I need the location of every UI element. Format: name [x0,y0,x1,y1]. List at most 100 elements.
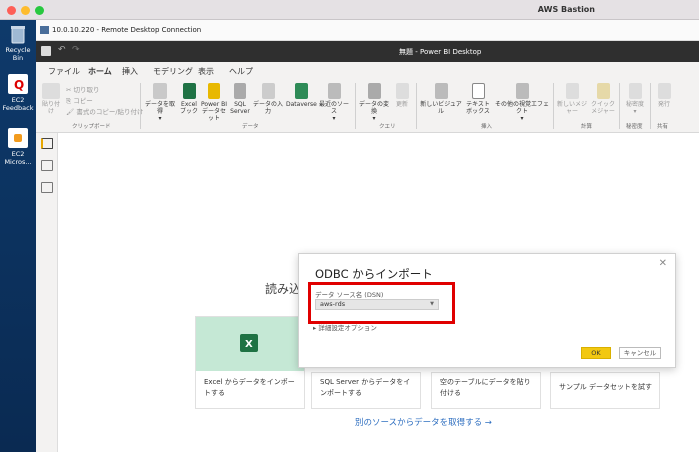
more-visuals-button[interactable]: その他の視覚エフェクト ▾ [493,83,551,122]
card-import-sql[interactable]: SQL Server からデータをインポートする [311,372,421,409]
recycle-bin-icon [8,24,28,44]
clipboard-group-label: クリップボード [72,124,111,130]
recent-label: 最近のソース [318,101,349,115]
format-painter-button[interactable]: 🖌 書式のコピー/貼り付け [66,106,144,116]
excel-label: Excel ブック [179,101,198,115]
calc-group-label: 計算 [581,124,593,130]
sql-server-button[interactable]: SQL Server [230,83,250,115]
share-group-label: 共有 [657,124,669,130]
desktop-icon-ec2-micros[interactable]: EC2 Micros... [0,128,36,166]
new-visual-label: 新しいビジュアル [420,101,462,115]
rdp-icon [40,26,49,34]
card-text: Excel からデータをインポートする [204,378,295,397]
refresh-icon [395,83,409,99]
new-measure-button[interactable]: 新しいメジャー [555,83,589,115]
refresh-button[interactable]: 更新 [392,83,412,108]
new-visual-button[interactable]: 新しいビジュアル [419,83,463,115]
dataverse-label: Dataverse [286,101,317,108]
ribbon-divider [140,83,141,129]
desktop-icon-label: EC2 Micros... [4,150,32,166]
format-painter-label: 書式のコピー/貼り付け [76,108,144,116]
sensitivity-group-label: 秘密度 [626,124,643,130]
undo-icon[interactable]: ↶ [58,45,66,55]
home-ribbon: 貼り付け ✂ 切り取り ⎘ コピー 🖌 書式のコピー/貼り付け クリップボード … [36,79,699,133]
close-window-button[interactable] [7,6,16,15]
transform-data-button[interactable]: データの変換 ▾ [357,83,391,122]
card-paste-data[interactable]: 空のテーブルにデータを貼り付ける [431,372,541,409]
tab-view[interactable]: 表示 [198,66,214,77]
advanced-options-label: 詳細設定オプション [318,324,377,332]
tab-insert[interactable]: 挿入 [122,66,138,77]
rdp-title-bar: 10.0.10.220 - Remote Desktop Connection [36,20,699,41]
cancel-button[interactable]: キャンセル [619,347,661,359]
transform-icon [367,83,381,99]
mac-title-bar: AWS Bastion [0,0,699,20]
get-data-label: データを取得 [144,101,175,115]
minimize-window-button[interactable] [21,6,30,15]
desktop-icon-recycle-bin[interactable]: Recycle Bin [0,24,36,62]
ribbon-divider [553,83,554,129]
enter-data-label: データの入力 [252,101,283,115]
sensitivity-label: 秘密度 [625,101,644,108]
textbox-label: テキスト ボックス [466,101,490,115]
card-sample-dataset[interactable]: サンプル データセットを試す [550,372,660,409]
svg-text:Q: Q [14,78,24,92]
insert-group-label: 挿入 [481,124,493,130]
tab-modeling[interactable]: モデリング [153,66,193,77]
sql-icon [234,83,246,99]
ok-button[interactable]: OK [581,347,611,359]
more-visuals-label: その他の視覚エフェクト [494,101,549,115]
publish-button[interactable]: 発行 [653,83,675,108]
data-group-label: データ [242,124,259,130]
zoom-window-button[interactable] [35,6,44,15]
sensitivity-button[interactable]: 秘密度 ▾ [622,83,648,115]
tab-help[interactable]: ヘルプ [229,66,253,77]
desktop-icon-label: Recycle Bin [5,46,31,62]
ribbon-divider [619,83,620,129]
recent-icon [327,83,341,99]
more-visuals-icon [515,83,529,99]
quick-measure-icon [596,83,610,99]
excel-card-banner: X [196,317,304,371]
copy-button[interactable]: ⎘ コピー [66,95,93,106]
chart-icon [434,83,448,99]
ec2-icon [8,128,28,148]
tab-file[interactable]: ファイル [48,66,80,77]
recent-sources-button[interactable]: 最近のソース ▾ [317,83,351,122]
quick-measure-button[interactable]: クイック メジャー [590,83,616,115]
ribbon-divider [355,83,356,129]
get-data-button[interactable]: データを取得 ▾ [143,83,177,122]
textbox-button[interactable]: テキスト ボックス [464,83,492,115]
close-icon[interactable]: ✕ [659,258,667,269]
publish-label: 発行 [657,101,670,108]
powerbi-dataset-button[interactable]: Power BI データセット [200,83,228,122]
model-view-icon[interactable] [41,182,53,193]
report-view-icon[interactable] [41,138,53,149]
cut-label: 切り取り [73,86,100,94]
ribbon-divider [650,83,651,129]
excel-icon [182,83,196,99]
card-import-excel[interactable]: X Excel からデータをインポートする [195,316,305,409]
paste-icon [42,83,60,99]
powerbi-title-bar: ↶ ↷ 無題 - Power BI Desktop [36,41,699,62]
paste-button[interactable]: 貼り付け [40,83,62,115]
shield-icon [628,83,642,99]
data-view-icon[interactable] [41,160,53,171]
feedback-icon: Q [8,74,28,94]
svg-text:X: X [245,339,253,350]
desktop-icon-ec2-feedback[interactable]: Q EC2 Feedback [0,74,36,112]
get-data-other-sources-link[interactable]: 別のソースからデータを取得する → [355,416,492,428]
paste-label: 貼り付け [41,101,60,115]
enter-data-button[interactable]: データの入力 [251,83,285,115]
textbox-icon [471,83,485,99]
excel-button[interactable]: Excel ブック [179,83,199,115]
desktop-icon-label: EC2 Feedback [2,96,34,112]
save-icon[interactable] [41,46,51,56]
dataset-label: Power BI データセット [201,101,227,122]
ribbon-divider [416,83,417,129]
remote-desktop-background: Recycle Bin Q EC2 Feedback EC2 Micros... [0,20,36,452]
redo-icon[interactable]: ↷ [72,45,80,55]
card-text: サンプル データセットを試す [559,383,653,391]
dataverse-button[interactable]: Dataverse [286,83,317,108]
cut-button[interactable]: ✂ 切り取り [66,84,100,94]
